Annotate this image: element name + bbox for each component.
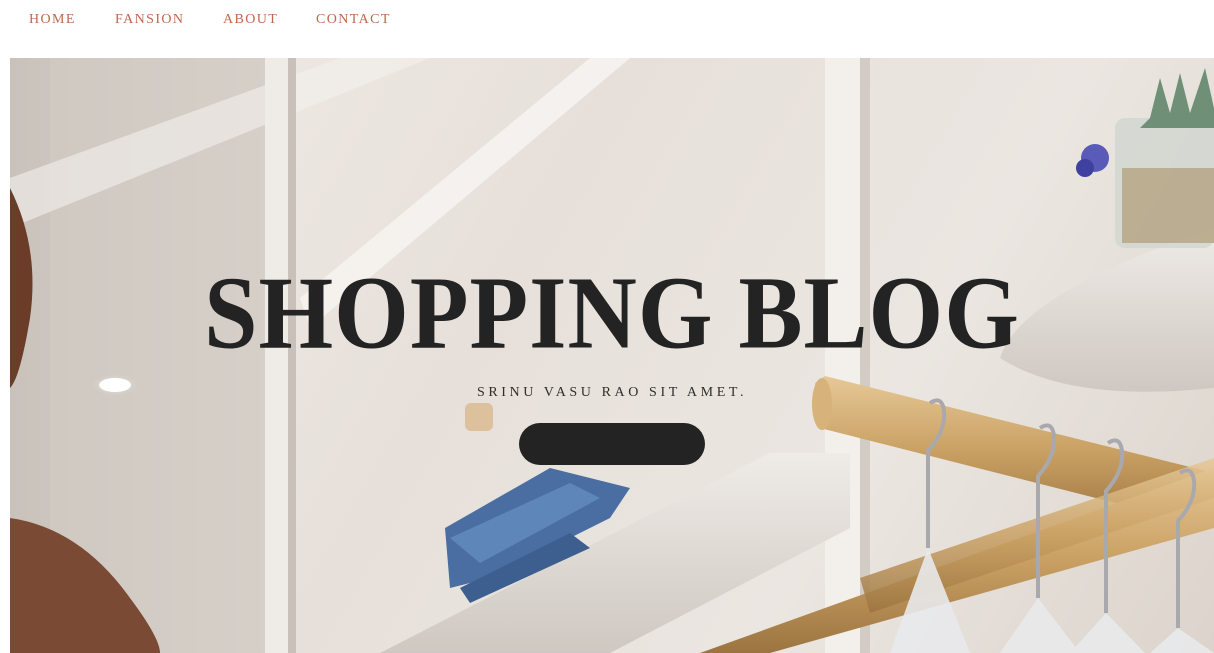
- nav-item-contact[interactable]: CONTACT: [316, 12, 391, 28]
- nav-item-home[interactable]: HOME: [29, 12, 76, 28]
- nav-item-fansion[interactable]: FANSION: [115, 12, 184, 28]
- nav-item-about[interactable]: ABOUT: [223, 12, 278, 28]
- hero-section: SHOPPING BLOG SRINU VASU RAO SIT AMET.: [10, 58, 1214, 653]
- hero-cta-button[interactable]: [519, 423, 705, 465]
- hero-subtitle: SRINU VASU RAO SIT AMET.: [476, 385, 748, 400]
- hero-title: SHOPPING BLOG: [204, 254, 1020, 371]
- plant-pot-illustration: [1076, 68, 1214, 248]
- top-navigation: HOME FANSION ABOUT CONTACT: [0, 0, 1214, 58]
